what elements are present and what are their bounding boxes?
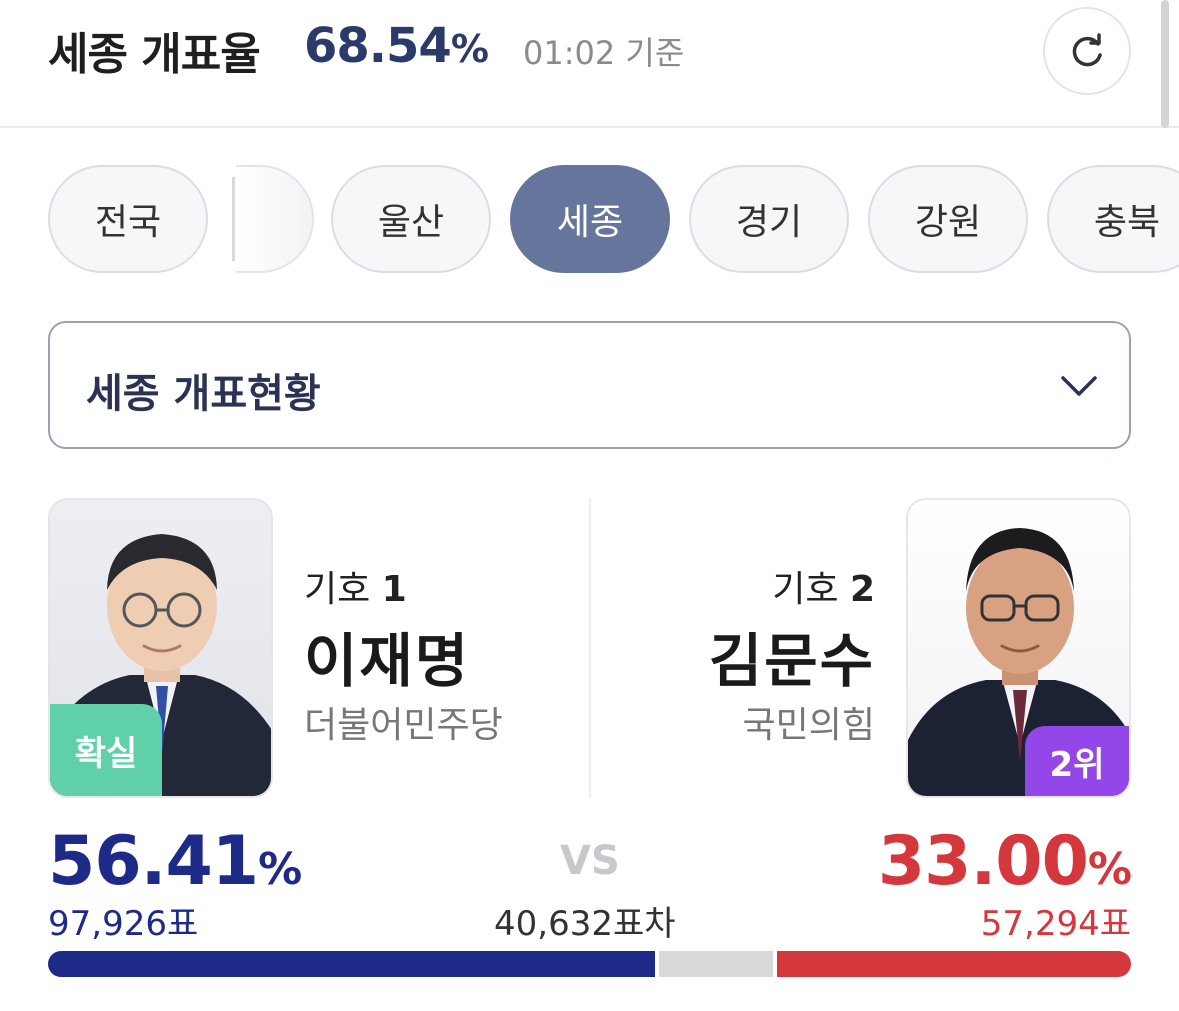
refresh-button[interactable] [1043, 7, 1131, 95]
number-label: 기호 [772, 569, 839, 610]
tab-region[interactable]: 울산 [331, 165, 491, 273]
tab-label: 충북 [1093, 202, 1161, 243]
count-rate: 68.54% [304, 18, 489, 74]
candidate-number-right: 기호 2 [772, 560, 875, 612]
dropdown-label: 세종 개표현황 [86, 371, 321, 417]
tab-label: 전국 [94, 202, 162, 243]
vote-bar-others [659, 951, 773, 977]
count-rate-value: 68.54 [304, 18, 452, 74]
candidate-percent-right: 33.00% [877, 822, 1132, 901]
candidate-divider [589, 498, 591, 798]
election-results-page: 세종 개표율 68.54% 01:02 기준 전국 울산 세종 경기 강원 충북… [0, 0, 1179, 1011]
tab-divider [232, 177, 235, 261]
vote-margin: 40,632표차 [494, 904, 676, 944]
scrollbar[interactable] [1161, 0, 1169, 128]
region-tabs: 전국 울산 세종 경기 강원 충북 [0, 165, 1179, 273]
as-of-time: 01:02 기준 [523, 34, 685, 72]
tab-region[interactable]: 경기 [689, 165, 849, 273]
number-value: 1 [381, 569, 407, 610]
candidate-party-right: 국민의힘 [742, 705, 875, 746]
header: 세종 개표율 68.54% 01:02 기준 [0, 0, 1179, 128]
percent-value: 56.41 [48, 822, 259, 901]
tab-scroll-fade [236, 165, 314, 273]
tab-label: 울산 [377, 202, 445, 243]
vote-bar-right [777, 951, 1131, 977]
number-label: 기호 [304, 569, 371, 610]
tab-label: 강원 [914, 202, 982, 243]
percent-unit: % [258, 844, 302, 895]
candidate-votes-right: 57,294표 [980, 904, 1131, 944]
percent-unit: % [1087, 844, 1132, 895]
rank-badge: 2위 [1025, 726, 1129, 796]
candidate-photo-left: 확실 [48, 498, 273, 798]
tab-region-active[interactable]: 세종 [510, 165, 670, 273]
candidate-votes-left: 97,926표 [48, 904, 199, 944]
vote-bar-left [48, 951, 655, 977]
tab-region[interactable]: 충북 [1047, 165, 1179, 273]
status-dropdown[interactable]: 세종 개표현황 [48, 321, 1131, 449]
candidate-party-left: 더불어민주당 [304, 705, 503, 746]
chevron-down-icon [1061, 376, 1097, 396]
candidate-name-left: 이재명 [304, 627, 471, 695]
number-value: 2 [849, 569, 875, 610]
candidate-number-left: 기호 1 [304, 560, 407, 612]
tab-label: 경기 [735, 202, 803, 243]
tab-label: 세종 [556, 202, 624, 243]
candidate-photo-right: 2위 [906, 498, 1131, 798]
confirmed-badge: 확실 [50, 704, 162, 796]
percent-value: 33.00 [877, 822, 1089, 901]
candidate-name-right: 김문수 [708, 627, 875, 695]
refresh-icon [1072, 33, 1102, 67]
page-title: 세종 개표율 [48, 29, 261, 80]
tab-region[interactable]: 전국 [48, 165, 208, 273]
vs-label: VS [560, 838, 620, 884]
tab-region[interactable]: 강원 [868, 165, 1028, 273]
candidate-percent-left: 56.41% [48, 822, 302, 901]
count-rate-unit: % [450, 27, 489, 71]
